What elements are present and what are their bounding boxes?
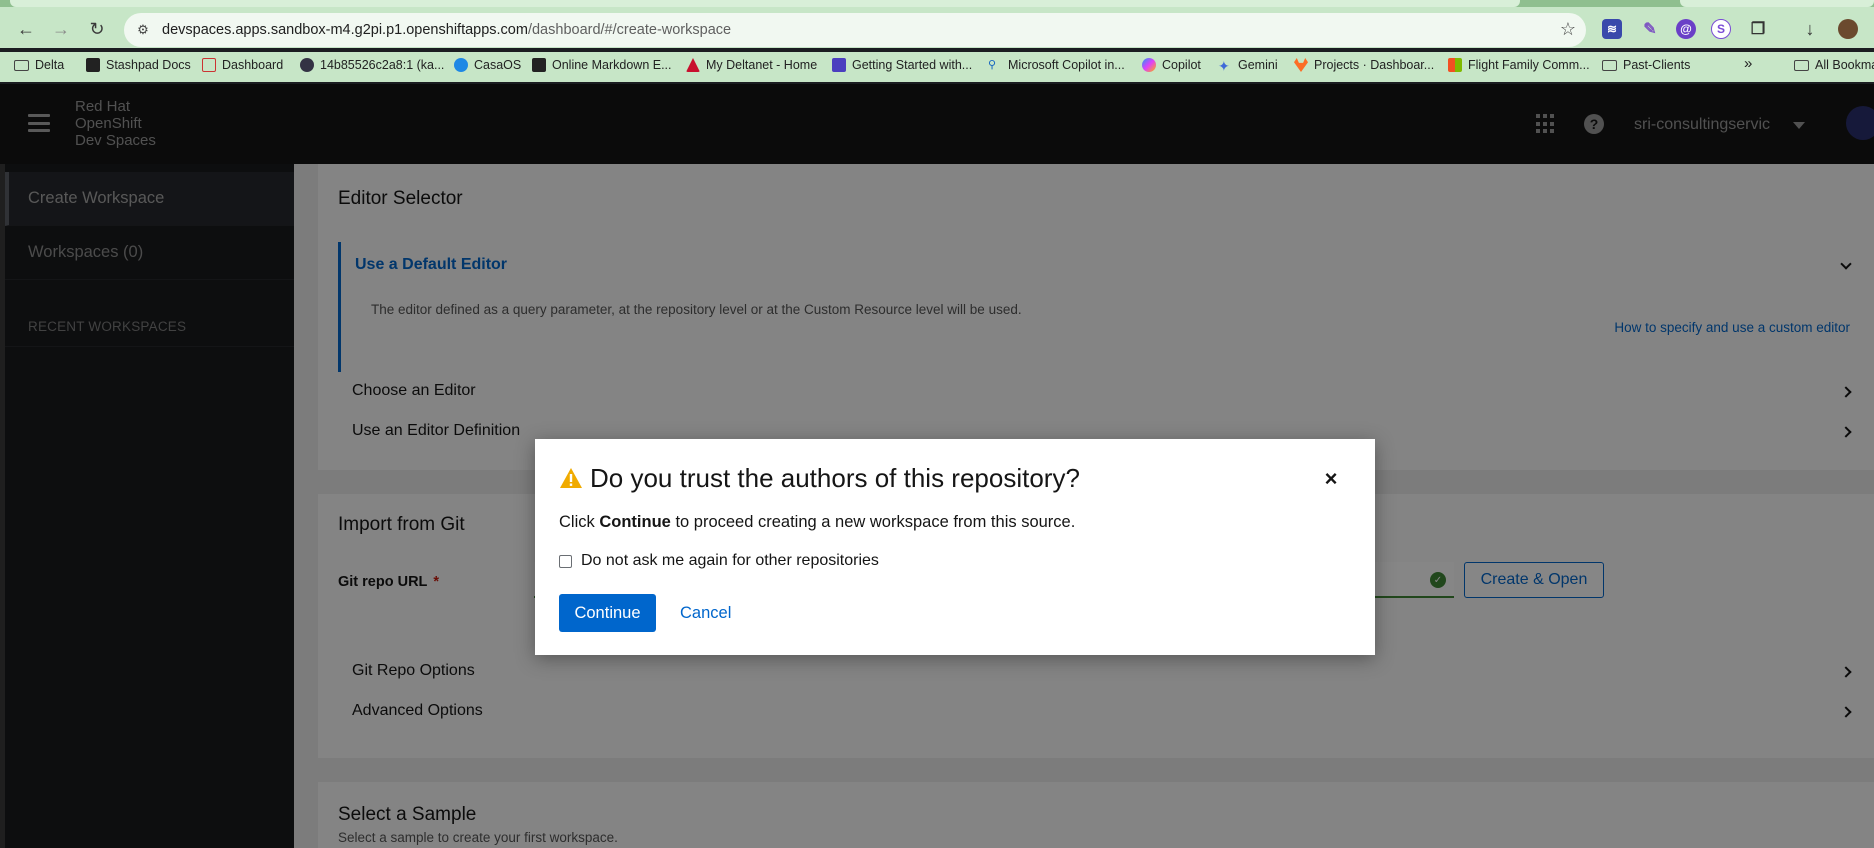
browser-tab[interactable] — [1680, 0, 1874, 7]
cancel-button[interactable]: Cancel — [680, 594, 731, 632]
bookmark-label: Dashboard — [222, 58, 284, 72]
close-icon[interactable]: × — [1321, 468, 1341, 490]
overflow-glyph: » — [1744, 55, 1753, 72]
bookmark-label: Online Markdown E... — [552, 58, 672, 72]
url-path: /dashboard/#/create-workspace — [527, 22, 732, 38]
microsoft-icon — [1448, 58, 1462, 72]
folder-icon — [1794, 59, 1809, 71]
back-icon[interactable]: ← — [13, 16, 39, 42]
bookmark-ms-copilot[interactable]: ⚲ Microsoft Copilot in... — [988, 58, 1125, 72]
bookmark-label: Microsoft Copilot in... — [1008, 58, 1125, 72]
url-text[interactable]: devspaces.apps.sandbox-m4.g2pi.p1.opensh… — [162, 22, 731, 38]
extension-s-icon[interactable]: S — [1711, 19, 1731, 39]
profile-avatar-icon[interactable] — [1838, 19, 1858, 39]
url-host: devspaces.apps.sandbox-m4.g2pi.p1.opensh… — [162, 22, 528, 38]
bookmark-star-icon[interactable]: ☆ — [1560, 19, 1576, 40]
bookmark-label: Projects · Dashboar... — [1314, 58, 1435, 72]
folder-icon — [14, 59, 29, 71]
modal-body: Click Continue to proceed creating a new… — [559, 513, 1075, 532]
bookmark-label: Delta — [35, 58, 65, 72]
modal-title: Do you trust the authors of this reposit… — [590, 463, 1080, 493]
browser-toolbar: ← → ↻ ⚙ devspaces.apps.sandbox-m4.g2pi.p… — [0, 0, 1874, 48]
active-tab[interactable] — [10, 0, 1520, 7]
extension-pulse-icon[interactable]: ≋ — [1602, 19, 1622, 39]
bookmark-label: Flight Family Comm... — [1468, 58, 1590, 72]
all-bookmarks[interactable]: All Bookma — [1794, 58, 1874, 72]
bookmark-gemini[interactable]: ✦ Gemini — [1218, 58, 1278, 74]
server-icon — [300, 58, 314, 72]
bookmark-label: CasaOS — [474, 58, 522, 72]
bookmark-past-clients[interactable]: Past-Clients — [1602, 58, 1690, 72]
forward-icon[interactable]: → — [48, 16, 74, 42]
reload-icon[interactable]: ↻ — [84, 16, 110, 42]
bookmark-label: All Bookma — [1815, 58, 1874, 72]
stashpad-icon — [86, 58, 100, 72]
copilot-icon — [1142, 58, 1156, 72]
bookmark-deltanet[interactable]: My Deltanet - Home — [686, 58, 817, 72]
warning-icon — [560, 468, 582, 488]
bookmark-gitlab-projects[interactable]: Projects · Dashboar... — [1294, 58, 1434, 72]
terminal-icon — [832, 58, 846, 72]
trust-repository-modal: Do you trust the authors of this reposit… — [535, 439, 1375, 655]
markdown-icon — [532, 58, 546, 72]
body-text: Click — [559, 513, 595, 531]
bookmark-markdown[interactable]: Online Markdown E... — [532, 58, 672, 72]
bookmark-label: My Deltanet - Home — [706, 58, 818, 72]
bookmark-label: Getting Started with... — [852, 58, 973, 72]
bookmarks-overflow-icon[interactable]: » — [1744, 55, 1752, 72]
continue-button[interactable]: Continue — [559, 594, 656, 632]
extensions-puzzle-icon[interactable]: ❐ — [1748, 19, 1768, 39]
bookmark-copilot[interactable]: Copilot — [1142, 58, 1201, 72]
bookmark-delta[interactable]: Delta — [14, 58, 64, 72]
body-bold-text: Continue — [599, 513, 671, 531]
bookmark-label: Gemini — [1238, 58, 1278, 72]
download-icon[interactable]: ↓ — [1800, 19, 1820, 39]
gemini-icon: ✦ — [1218, 58, 1230, 74]
body-text: to proceed creating a new workspace from… — [675, 513, 1076, 531]
bookmarks-bar: Delta Stashpad Docs Dashboard 14b85526c2… — [0, 52, 1874, 82]
site-info-icon[interactable]: ⚙ — [134, 21, 152, 39]
bookmark-dashboard[interactable]: Dashboard — [202, 58, 283, 72]
delta-logo-icon — [686, 58, 700, 72]
bookmark-label: Past-Clients — [1623, 58, 1691, 72]
dashboard-icon — [202, 58, 216, 72]
bookmark-stashpad[interactable]: Stashpad Docs — [86, 58, 191, 72]
bookmark-flight-family[interactable]: Flight Family Comm... — [1448, 58, 1590, 72]
bookmark-label: Stashpad Docs — [106, 58, 191, 72]
folder-icon — [1602, 59, 1617, 71]
extension-pen-icon[interactable]: ✎ — [1640, 19, 1660, 39]
do-not-ask-again-row[interactable]: Do not ask me again for other repositori… — [559, 552, 879, 570]
bookmark-getting-started[interactable]: Getting Started with... — [832, 58, 972, 72]
do-not-ask-again-checkbox[interactable] — [559, 554, 572, 568]
extension-at-icon[interactable]: @ — [1676, 19, 1696, 39]
bookmark-casaos[interactable]: CasaOS — [454, 58, 521, 72]
bookmark-label: Copilot — [1162, 58, 1201, 72]
tab-strip — [0, 0, 1874, 7]
casaos-icon — [454, 58, 468, 72]
bookmark-14b85526[interactable]: 14b85526c2a8:1 (ka... — [300, 58, 444, 72]
checkbox-label[interactable]: Do not ask me again for other repositori… — [581, 552, 879, 570]
bookmark-label: 14b85526c2a8:1 (ka... — [320, 58, 445, 72]
gitlab-icon — [1294, 58, 1308, 72]
search-icon: ⚲ — [988, 59, 997, 71]
address-bar[interactable]: ⚙ devspaces.apps.sandbox-m4.g2pi.p1.open… — [124, 13, 1586, 47]
